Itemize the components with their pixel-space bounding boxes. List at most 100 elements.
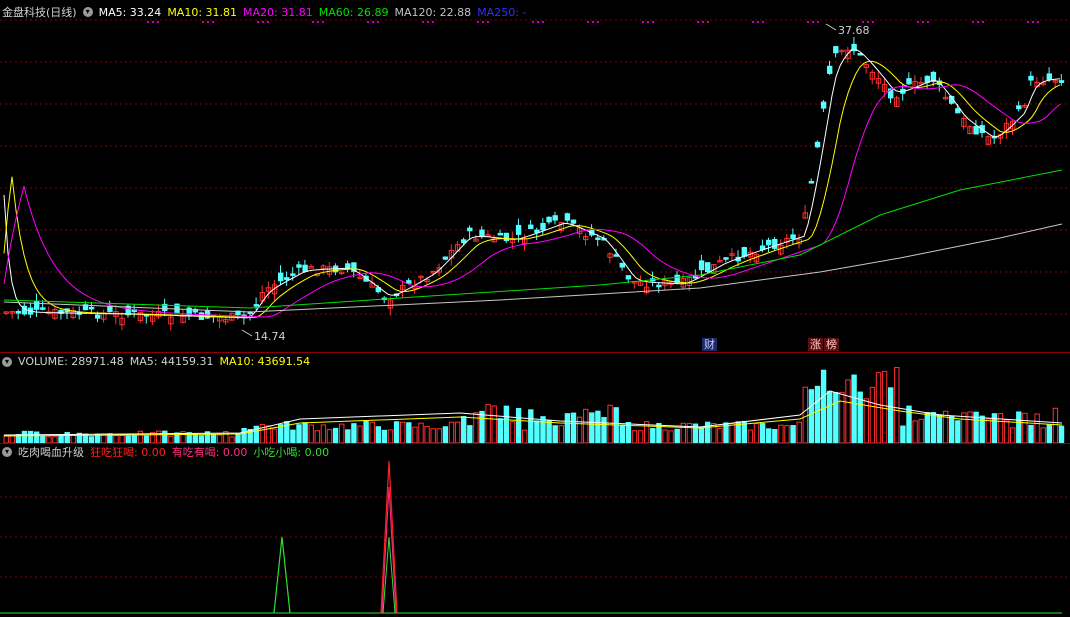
candle-body	[442, 256, 449, 260]
signal-dot	[477, 21, 479, 23]
volume-bar	[552, 425, 558, 444]
candle-body	[528, 224, 534, 229]
volume-bar	[942, 410, 949, 444]
signal-dot	[152, 21, 154, 23]
indicator-chart[interactable]	[0, 443, 1070, 617]
candle-body	[540, 222, 546, 231]
signal-dot	[702, 21, 704, 23]
volume-bar	[339, 423, 345, 444]
volume-bar	[430, 428, 436, 444]
volume-ma10-label: MA10: 43691.54	[219, 355, 311, 368]
candle-body	[1046, 73, 1052, 81]
volume-bar	[1003, 419, 1010, 444]
price-chart[interactable]	[0, 0, 1070, 352]
volume-bar	[271, 428, 278, 444]
candle-body	[40, 307, 46, 310]
ranking-tag[interactable]: 榜	[824, 338, 839, 351]
candle-body	[766, 239, 772, 246]
signal-dot	[372, 21, 374, 23]
high-price-label: 37.68	[838, 24, 870, 37]
financial-report-tag[interactable]: 财	[702, 338, 717, 351]
signal-dot	[757, 21, 759, 23]
volume-bar	[631, 430, 638, 444]
signal-dot	[422, 21, 424, 23]
volume-bar	[558, 425, 564, 444]
volume-bar	[589, 412, 595, 444]
volume-bar	[869, 386, 876, 444]
volume-dropdown-icon[interactable]: ▾	[2, 356, 12, 367]
ma10-label: MA10: 31.81	[167, 5, 238, 19]
volume-bar	[1046, 424, 1052, 444]
candle-body	[253, 304, 260, 307]
candle-body	[772, 238, 778, 249]
volume-bar	[827, 390, 833, 444]
signal-dot	[427, 21, 429, 23]
candle-body	[503, 232, 510, 242]
price-header: 金盘科技(日线) ▾ MA5: 33.24 MA10: 31.81 MA20: …	[2, 4, 526, 20]
signal-dot	[367, 21, 369, 23]
signal-dot	[267, 21, 269, 23]
volume-bar	[820, 369, 827, 444]
candle-body	[107, 306, 113, 312]
volume-bar	[668, 430, 674, 444]
volume-bar	[137, 430, 144, 444]
price-pane[interactable]: 金盘科技(日线) ▾ MA5: 33.24 MA10: 31.81 MA20: …	[0, 0, 1070, 352]
ma250-label: MA250: -	[477, 5, 527, 19]
signal-dot	[312, 21, 314, 23]
indicator-dropdown-icon[interactable]: ▾	[2, 447, 12, 457]
volume-bar	[784, 425, 790, 444]
volume-bar	[753, 423, 760, 444]
signal-dot	[917, 21, 919, 23]
volume-bar	[479, 410, 485, 444]
candle-body	[95, 314, 101, 319]
volume-bar	[509, 421, 516, 444]
volume-bar	[308, 424, 314, 444]
signal-dot	[147, 21, 149, 23]
signal-dot	[812, 21, 814, 23]
candle-body	[656, 284, 662, 288]
signal-dot	[597, 21, 599, 23]
signal-dot	[487, 21, 489, 23]
volume-bar	[705, 421, 711, 444]
signal-dot	[202, 21, 204, 23]
volume-bar	[9, 435, 16, 444]
volume-bar	[576, 416, 583, 444]
candle-body	[833, 46, 839, 54]
signal-dot	[922, 21, 924, 23]
volume-bar	[894, 367, 900, 444]
high-pointer	[825, 23, 837, 31]
indicator-line3-label: 小吃小喝: 0.00	[253, 446, 330, 459]
volume-bar	[619, 424, 625, 444]
ma5-label: MA5: 33.24	[98, 5, 162, 19]
volume-bar	[1016, 411, 1022, 444]
signal-dot	[322, 21, 324, 23]
candle-body	[467, 227, 473, 232]
signal-dot	[867, 21, 869, 23]
signal-dot	[707, 21, 709, 23]
candle-body	[284, 277, 290, 281]
indicator-pane[interactable]: ▾ 吃肉喝血升级 狂吃狂喝: 0.00 有吃有喝: 0.00 小吃小喝: 0.0…	[0, 443, 1070, 617]
volume-pane[interactable]: ▾ VOLUME: 28971.48 MA5: 44159.31 MA10: 4…	[0, 353, 1070, 445]
candle-body	[497, 232, 504, 236]
limit-up-tag[interactable]: 涨	[808, 338, 823, 351]
settings-dropdown-icon[interactable]: ▾	[82, 7, 93, 17]
volume-bar	[564, 413, 571, 444]
volume-bar	[997, 413, 1004, 444]
volume-bar	[534, 420, 540, 444]
volume-bar	[461, 416, 467, 444]
volume-bar	[143, 435, 150, 444]
volume-bar	[1058, 425, 1065, 444]
volume-bar	[125, 435, 131, 444]
signal-dot	[212, 21, 214, 23]
candle-body	[534, 229, 540, 233]
volume-bar	[393, 421, 400, 444]
candle-body	[564, 213, 571, 221]
volume-header: ▾ VOLUME: 28971.48 MA5: 44159.31 MA10: 4…	[2, 355, 310, 368]
volume-bar	[540, 416, 546, 444]
volume-bar	[418, 422, 424, 444]
candle-body	[406, 280, 412, 284]
volume-bar	[119, 434, 125, 444]
signal-dot	[872, 21, 874, 23]
candle-body	[278, 272, 284, 282]
volume-bar	[58, 434, 64, 444]
